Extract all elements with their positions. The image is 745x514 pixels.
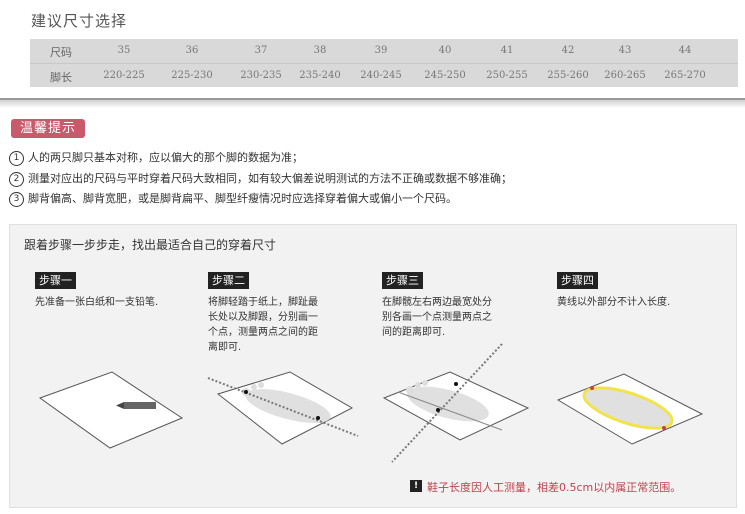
length-cell: 240-245 xyxy=(360,70,402,81)
step-badge: 步骤一 xyxy=(35,272,76,289)
step-line: 别各画一个点测量两点之 xyxy=(382,312,492,323)
length-row-label: 脚长 xyxy=(50,71,72,84)
step-badge: 步骤四 xyxy=(557,272,598,289)
length-cell: 255-260 xyxy=(547,70,589,81)
length-cell: 250-255 xyxy=(486,70,528,81)
tip-item: 2 测量对应出的尺码与平时穿着尺码大致相同，如有较大偏差说明测试的方法不正确或数据… xyxy=(9,170,512,187)
tips-badge: 温馨提示 xyxy=(11,119,85,138)
tip-number: 2 xyxy=(9,171,24,187)
length-cell: 265-270 xyxy=(664,70,706,81)
step-badge: 步骤三 xyxy=(382,272,423,289)
step-line: 黄线以外部分不计入长度. xyxy=(557,297,671,308)
size-cell: 41 xyxy=(500,45,514,56)
length-row: 脚长 220-225 225-230 230-235 235-240 240-2… xyxy=(30,63,738,88)
step-text: 先准备一张白纸和一支铅笔. xyxy=(35,295,185,310)
size-cell: 42 xyxy=(561,45,575,56)
size-table: 尺码 35 36 37 38 39 40 41 42 43 44 脚长 220-… xyxy=(30,39,738,87)
steps-title: 跟着步骤一步步走，找出最适合自己的穿着尺寸 xyxy=(24,238,277,252)
pencil-icon xyxy=(124,402,156,409)
tip-number: 3 xyxy=(9,191,24,207)
tip-text: 测量对应出的尺码与平时穿着尺码大致相同，如有较大偏差说明测试的方法不正确或数据不… xyxy=(28,172,512,185)
step-badge: 步骤二 xyxy=(208,272,249,289)
size-cell: 39 xyxy=(374,45,388,56)
step-line: 个点，测量两点之间的距 xyxy=(208,327,318,338)
tip-text: 脚背偏高、脚背宽肥，或是脚背扁平、脚型纤瘦情况时应选择穿着偏大或偏小一个尺码。 xyxy=(28,192,457,205)
foot-width-illustration xyxy=(382,343,530,463)
size-cell: 44 xyxy=(678,45,692,56)
step-line: 先准备一张白纸和一支铅笔. xyxy=(35,297,159,308)
tip-item: 3 脚背偏高、脚背宽肥，或是脚背扁平、脚型纤瘦情况时应选择穿着偏大或偏小一个尺码。 xyxy=(9,190,457,207)
measurement-note: 鞋子长度因人工测量，相差0.5cm以内属正常范围。 xyxy=(427,481,682,494)
length-cell: 230-235 xyxy=(240,70,282,81)
size-cell: 40 xyxy=(438,45,452,56)
size-cell: 36 xyxy=(185,45,199,56)
foot-length-illustration xyxy=(207,371,359,445)
size-row-label: 尺码 xyxy=(50,46,72,59)
size-row: 尺码 35 36 37 38 39 40 41 42 43 44 xyxy=(30,39,738,63)
size-cell: 35 xyxy=(117,45,131,56)
step-line: 间的距离即可. xyxy=(382,327,446,338)
step-text: 将脚轻踏于纸上，脚趾最 长处以及脚跟，分别画一 个点，测量两点之间的距 离即可. xyxy=(208,295,358,355)
length-cell: 225-230 xyxy=(171,70,213,81)
tip-item: 1 人的两只脚只基本对称，应以偏大的那个脚的数据为准； xyxy=(9,149,303,166)
length-cell: 235-240 xyxy=(299,70,341,81)
tip-text: 人的两只脚只基本对称，应以偏大的那个脚的数据为准； xyxy=(28,151,303,164)
paper-pencil-illustration xyxy=(38,371,184,449)
foot-outline-illustration xyxy=(556,373,704,445)
size-chart-title: 建议尺寸选择 xyxy=(31,12,128,30)
tip-number: 1 xyxy=(9,150,24,166)
length-cell: 245-250 xyxy=(424,70,466,81)
step-line: 离即可. xyxy=(208,342,242,353)
step-text: 在脚髋左右两边最宽处分 别各画一个点测量两点之 间的距离即可. xyxy=(382,295,532,340)
section-divider-shadow xyxy=(0,100,745,108)
step-line: 在脚髋左右两边最宽处分 xyxy=(382,297,492,308)
size-cell: 38 xyxy=(313,45,327,56)
step-line: 长处以及脚跟，分别画一 xyxy=(208,312,318,323)
warning-icon: ! xyxy=(410,480,422,492)
size-cell: 37 xyxy=(254,45,268,56)
size-cell: 43 xyxy=(618,45,632,56)
length-cell: 220-225 xyxy=(103,70,145,81)
step-line: 将脚轻踏于纸上，脚趾最 xyxy=(208,297,318,308)
length-cell: 260-265 xyxy=(604,70,646,81)
step-text: 黄线以外部分不计入长度. xyxy=(557,295,707,310)
